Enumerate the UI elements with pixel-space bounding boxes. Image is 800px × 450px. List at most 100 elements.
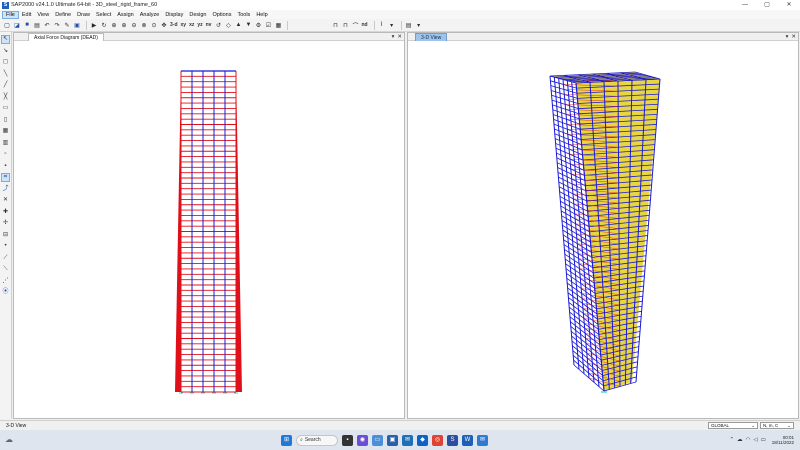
view-yz-button[interactable]: yz: [197, 21, 202, 29]
zoom-in-icon[interactable]: ⊕: [120, 21, 128, 29]
rubber-band-zoom-icon[interactable]: ⊕: [110, 21, 118, 29]
view-3d-button[interactable]: 3-d: [170, 21, 178, 29]
open-file-icon[interactable]: ◪: [13, 21, 21, 29]
draw-brace-icon[interactable]: ╳: [1, 93, 10, 102]
task-view-icon[interactable]: ▪: [342, 434, 353, 446]
snap-options-icon[interactable]: ⦿: [1, 288, 10, 297]
sap2000-taskbar-icon[interactable]: S: [447, 434, 458, 446]
new-model-icon[interactable]: ▢: [3, 21, 11, 29]
battery-icon[interactable]: ▭: [761, 437, 766, 443]
store-icon[interactable]: ▣: [387, 434, 398, 446]
view-3d-canvas[interactable]: [408, 42, 798, 418]
perspective-icon[interactable]: ◇: [224, 21, 232, 29]
clock[interactable]: 00:01 18/11/2022: [772, 435, 794, 446]
print-icon[interactable]: ▤: [33, 21, 41, 29]
edit-pencil-icon[interactable]: ✎: [63, 21, 71, 29]
draw-dimension-icon[interactable]: ▪: [1, 162, 10, 171]
chat-icon[interactable]: ◉: [357, 434, 368, 446]
menu-design[interactable]: Design: [186, 11, 209, 19]
save-icon[interactable]: ■: [23, 21, 31, 29]
section-designer-icon[interactable]: I: [378, 21, 386, 29]
grid-dropdown-icon[interactable]: ▦: [274, 21, 282, 29]
quick-draw-shell-icon[interactable]: ▦: [1, 127, 10, 136]
axial-force-tab[interactable]: Axial Force Diagram (DEAD): [28, 33, 104, 41]
chevron-up-icon[interactable]: ⌃: [729, 437, 734, 443]
view-nv-button[interactable]: nv: [206, 21, 212, 29]
quick-draw-frame-icon[interactable]: ╱: [1, 81, 10, 90]
snap-intersection-icon[interactable]: •: [1, 242, 10, 251]
units-select[interactable]: N, m, C ⌄: [760, 422, 794, 429]
menu-draw[interactable]: Draw: [74, 11, 93, 19]
check-icon[interactable]: ☑: [264, 21, 272, 29]
lock-icon[interactable]: ▣: [73, 21, 81, 29]
view-3d-tab[interactable]: 3-D View: [415, 33, 448, 41]
coordinate-system-select[interactable]: GLOBAL ⌄: [708, 422, 758, 429]
set-display-options-icon[interactable]: ⚙: [254, 21, 262, 29]
zoom-previous-icon[interactable]: ⊗: [140, 21, 148, 29]
draw-section-cut-icon[interactable]: ▫: [1, 150, 10, 159]
dropbox-icon[interactable]: ◆: [417, 434, 428, 446]
menu-analyze[interactable]: Analyze: [137, 11, 163, 19]
taskbar-search[interactable]: ⌕ Search: [296, 434, 338, 446]
select-intersecting-icon[interactable]: ✚: [1, 208, 10, 217]
pane-dropdown-icon[interactable]: ▾: [786, 33, 789, 41]
weather-icon[interactable]: ☁: [5, 436, 13, 444]
undo-icon[interactable]: ↶: [43, 21, 51, 29]
view-xy-button[interactable]: xy: [181, 21, 187, 29]
reshape-icon[interactable]: ↘: [1, 47, 10, 56]
minimize-button[interactable]: —: [734, 0, 756, 10]
get-previous-selection-icon[interactable]: ⤴: [1, 185, 10, 194]
pane-dropdown-icon[interactable]: ▾: [392, 33, 395, 41]
snap-joints-icon[interactable]: ✢: [1, 219, 10, 228]
pointer-icon[interactable]: ↖: [1, 35, 10, 44]
dropdown-arrow-icon[interactable]: ▾: [388, 21, 396, 29]
menu-help[interactable]: Help: [253, 11, 270, 19]
redo-icon[interactable]: ↷: [53, 21, 61, 29]
menu-assign[interactable]: Assign: [114, 11, 137, 19]
menu-edit[interactable]: Edit: [19, 11, 34, 19]
draw-frame-icon[interactable]: ╲: [1, 70, 10, 79]
menu-display[interactable]: Display: [162, 11, 186, 19]
view-nd-button[interactable]: nd: [361, 21, 367, 29]
menu-options[interactable]: Options: [210, 11, 235, 19]
move-up-icon[interactable]: ▲: [234, 21, 242, 29]
menu-view[interactable]: View: [34, 11, 52, 19]
cloud-icon[interactable]: ☁: [737, 437, 743, 443]
snap-lines-icon[interactable]: ⟍: [1, 265, 10, 274]
zoom-out-icon[interactable]: ⊖: [130, 21, 138, 29]
draw-joint-icon[interactable]: ◻: [1, 58, 10, 67]
pane-close-icon[interactable]: ✕: [397, 33, 402, 41]
snap-midpoint-icon[interactable]: ⊟: [1, 231, 10, 240]
force-diagram-icon[interactable]: ⌒: [351, 21, 359, 30]
view-xz-button[interactable]: xz: [189, 21, 194, 29]
pane-close-icon[interactable]: ✕: [791, 33, 796, 41]
menu-tools[interactable]: Tools: [234, 11, 253, 19]
run-analysis-icon[interactable]: ▶: [90, 21, 98, 29]
chrome-icon[interactable]: ◎: [432, 434, 443, 446]
snap-fine-grid-icon[interactable]: ⋰: [1, 277, 10, 286]
wifi-icon[interactable]: ◠: [746, 437, 751, 443]
move-down-icon[interactable]: ▼: [244, 21, 252, 29]
refresh-icon[interactable]: ↻: [100, 21, 108, 29]
close-button[interactable]: ✕: [778, 0, 800, 10]
axial-force-canvas[interactable]: [14, 42, 404, 418]
pan-icon[interactable]: ✥: [160, 21, 168, 29]
snap-perpendicular-icon[interactable]: ⟋: [1, 254, 10, 263]
menu-select[interactable]: Select: [93, 11, 114, 19]
zoom-extents-icon[interactable]: ⊙: [150, 21, 158, 29]
word-icon[interactable]: W: [462, 434, 473, 446]
menu-define[interactable]: Define: [52, 11, 74, 19]
deformed-shape-icon[interactable]: ⊓: [341, 21, 349, 29]
maximize-button[interactable]: ▢: [756, 0, 778, 10]
volume-icon[interactable]: ◁: [753, 437, 757, 443]
file-explorer-icon[interactable]: ▭: [372, 434, 383, 446]
start-icon[interactable]: ⊞: [281, 434, 292, 446]
rotate-3d-icon[interactable]: ↺: [214, 21, 222, 29]
mail-icon[interactable]: ✉: [402, 434, 413, 446]
menu-file[interactable]: File: [2, 10, 19, 19]
draw-solid-icon[interactable]: ▥: [1, 139, 10, 148]
table-display-icon[interactable]: ▤: [405, 21, 413, 29]
clear-selection-icon[interactable]: ✕: [1, 196, 10, 205]
draw-shell-icon[interactable]: ▭: [1, 104, 10, 113]
draw-rect-shell-icon[interactable]: ▯: [1, 116, 10, 125]
